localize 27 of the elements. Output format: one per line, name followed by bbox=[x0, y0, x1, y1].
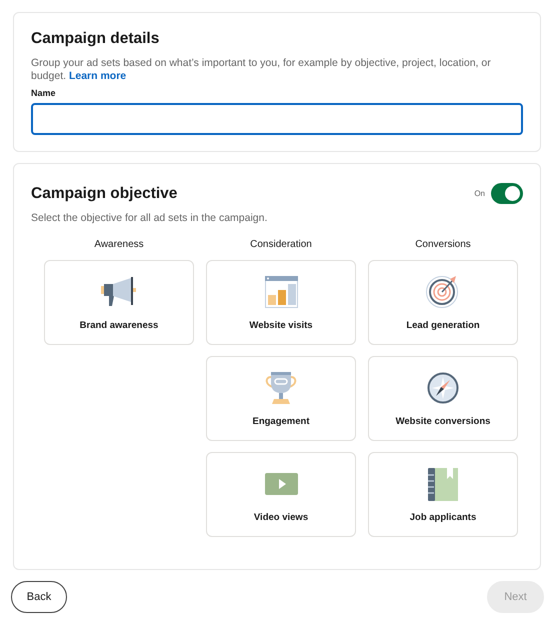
objective-tile[interactable]: Website conversions bbox=[368, 356, 518, 441]
objective-tile[interactable]: Video views bbox=[206, 452, 356, 537]
play-icon bbox=[264, 473, 298, 495]
objective-tile[interactable]: Brand awareness bbox=[44, 260, 194, 345]
target-icon bbox=[426, 275, 460, 309]
compass-icon bbox=[427, 372, 459, 404]
name-field[interactable] bbox=[31, 103, 523, 135]
toggle-switch[interactable] bbox=[491, 183, 523, 204]
column-heading: Conversions bbox=[415, 239, 471, 250]
learn-more-link[interactable]: Learn more bbox=[68, 70, 126, 82]
section-title: Campaign objective bbox=[31, 184, 178, 202]
toggle-label: On bbox=[474, 189, 485, 198]
description-text: Select the objective for all ad sets in the campaign. bbox=[31, 212, 268, 225]
trophy-icon bbox=[264, 371, 298, 405]
objective-tile[interactable]: Job applicants bbox=[368, 452, 518, 537]
column-heading: Awareness bbox=[94, 239, 144, 250]
objective-tile[interactable]: Engagement bbox=[206, 356, 356, 441]
description-text: Group your ad sets based on what’s important to you, for example by objective, project, location, or budget. Learn more bbox=[31, 57, 492, 83]
bar-chart-icon bbox=[264, 276, 298, 308]
section-title: Campaign details bbox=[31, 30, 160, 48]
field-label: Name bbox=[31, 88, 57, 98]
notebook-icon bbox=[428, 468, 458, 500]
objective-tile[interactable]: Website visits bbox=[206, 260, 356, 345]
column-heading: Consideration bbox=[250, 239, 312, 250]
back-button[interactable]: Back bbox=[11, 581, 67, 613]
megaphone-icon bbox=[101, 277, 137, 307]
objective-tile[interactable]: Lead generation bbox=[368, 260, 518, 345]
